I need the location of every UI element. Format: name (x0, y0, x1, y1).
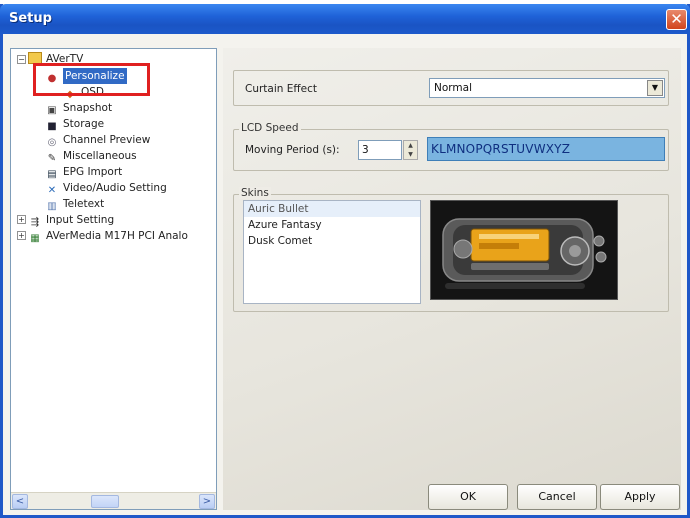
tree-horizontal-scrollbar[interactable]: < > (11, 492, 216, 509)
ok-button[interactable]: OK (428, 484, 508, 510)
tree-collapse-toggle[interactable]: − (17, 55, 26, 64)
tree-item-label: Storage (63, 118, 105, 130)
tree-item-label: Teletext (63, 198, 105, 210)
skin-item-dusk-comet[interactable]: Dusk Comet (244, 233, 420, 249)
close-button[interactable]: ✕ (666, 9, 687, 30)
scroll-left-button[interactable]: < (12, 494, 28, 509)
curtain-effect-dropdown[interactable]: Normal ▼ (429, 78, 665, 98)
personalize-settings-panel: Curtain Effect Normal ▼ LCD Speed Moving… (223, 48, 681, 510)
tree-item-label: Miscellaneous (63, 150, 137, 162)
apply-button[interactable]: Apply (600, 484, 680, 510)
tree-expand-toggle[interactable]: + (17, 215, 26, 224)
skin-preview-graphic (431, 201, 617, 299)
scroll-right-button[interactable]: > (199, 494, 215, 509)
tree-expand-toggle[interactable]: + (17, 231, 26, 240)
tree-item-label: EPG Import (63, 166, 123, 178)
lcd-preview-display: KLMNOPQRSTUVWXYZ (427, 137, 665, 161)
curtain-effect-value: Normal (434, 82, 472, 94)
tree-item-label: Snapshot (63, 102, 113, 114)
tree-item-snapshot[interactable]: ▣ Snapshot (45, 100, 112, 116)
cancel-button[interactable]: Cancel (517, 484, 597, 510)
spin-up-icon[interactable]: ▲ (404, 141, 417, 150)
skin-item-azure-fantasy[interactable]: Azure Fantasy (244, 217, 420, 233)
card-icon: ▦ (30, 233, 40, 244)
skin-preview-image (430, 200, 618, 300)
curtain-effect-label: Curtain Effect (245, 83, 317, 95)
setup-window: Setup ✕ − AVerTV ● Personalize ◆ OSD ▣ Snap… (0, 4, 690, 518)
tree-item-label: AVerMedia M17H PCI Analo (46, 230, 188, 242)
red-highlight-box (33, 63, 150, 96)
moving-period-input[interactable]: 3 (358, 140, 402, 160)
chevron-down-icon[interactable]: ▼ (647, 80, 663, 96)
tree-item-input-setting[interactable]: ⇶ Input Setting (28, 212, 114, 228)
tree-item-miscellaneous[interactable]: ✎ Miscellaneous (45, 148, 137, 164)
skin-item-auric-bullet[interactable]: Auric Bullet (244, 201, 420, 217)
tree-item-teletext[interactable]: ▥ Teletext (45, 196, 104, 212)
skins-list[interactable]: Auric Bullet Azure Fantasy Dusk Comet (243, 200, 421, 304)
tree-item-label: Video/Audio Setting (63, 182, 167, 194)
dialog-client-area: − AVerTV ● Personalize ◆ OSD ▣ Snapshot ■ St… (3, 34, 687, 515)
tree-item-avermedia-card[interactable]: ▦ AVerMedia M17H PCI Analo (28, 228, 188, 244)
tree-item-epg-import[interactable]: ▤ EPG Import (45, 164, 122, 180)
tree-item-label: Channel Preview (63, 134, 151, 146)
moving-period-spinner[interactable]: ▲ ▼ (403, 140, 418, 160)
title-bar[interactable]: Setup ✕ (0, 4, 690, 34)
tree-item-channel-preview[interactable]: ◎ Channel Preview (45, 132, 151, 148)
moving-period-label: Moving Period (s): (245, 144, 340, 156)
spin-down-icon[interactable]: ▼ (404, 150, 417, 159)
tree-body: − AVerTV ● Personalize ◆ OSD ▣ Snapshot ■ St… (11, 49, 216, 492)
skins-group-label: Skins (239, 187, 271, 199)
scroll-thumb[interactable] (91, 495, 119, 508)
tree-item-label: Input Setting (46, 214, 115, 226)
lcd-speed-group-label: LCD Speed (239, 122, 301, 134)
tree-item-storage[interactable]: ■ Storage (45, 116, 104, 132)
tree-item-video-audio-setting[interactable]: ✕ Video/Audio Setting (45, 180, 167, 196)
window-title: Setup (9, 11, 52, 26)
settings-tree[interactable]: − AVerTV ● Personalize ◆ OSD ▣ Snapshot ■ St… (10, 48, 217, 510)
